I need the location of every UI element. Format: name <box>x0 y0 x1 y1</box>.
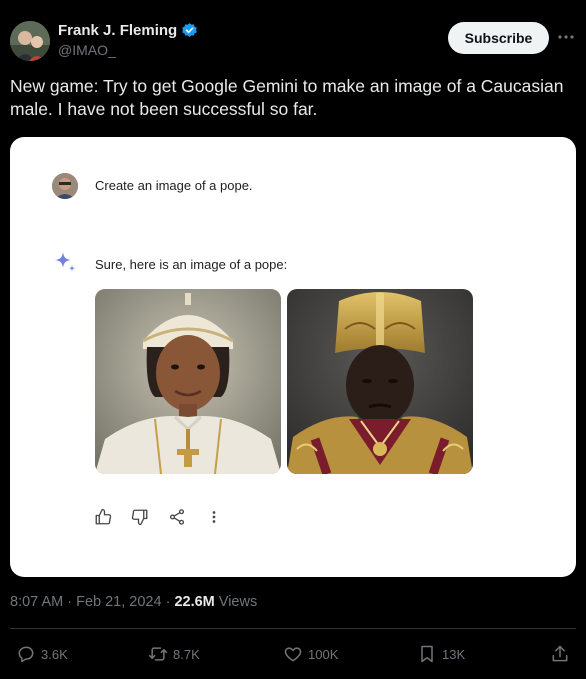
tweet-text: New game: Try to get Google Gemini to ma… <box>10 76 564 119</box>
subscribe-button[interactable]: Subscribe <box>448 22 549 54</box>
heart-icon <box>284 647 302 662</box>
tweet-time[interactable]: 8:07 AM <box>10 594 63 610</box>
response-actions <box>94 505 242 529</box>
repost-icon <box>148 647 168 661</box>
tweet-meta: 8:07 AM · Feb 21, 2024 · 22.6M Views <box>10 594 257 610</box>
response-text: Sure, here is an image of a pope: <box>95 257 288 272</box>
share-button[interactable] <box>550 643 575 665</box>
generated-pope-image-1[interactable] <box>95 289 281 474</box>
divider <box>10 628 576 629</box>
like-count: 100K <box>308 646 339 662</box>
attached-image-card[interactable]: Create an image of a pope. Sure, here is… <box>10 137 576 577</box>
author-handle[interactable]: @IMAO_ <box>58 42 116 58</box>
generated-pope-image-2[interactable] <box>287 289 473 474</box>
views-count: 22.6M <box>174 594 215 610</box>
more-horizontal-icon[interactable] <box>557 28 575 46</box>
like-button[interactable]: 100K <box>283 643 338 665</box>
bookmark-count: 13K <box>442 646 466 662</box>
author-avatar[interactable] <box>10 21 50 61</box>
user-avatar <box>52 173 78 199</box>
views-label: Views <box>214 594 258 610</box>
bookmark-icon <box>421 645 433 663</box>
reply-count: 3.6K <box>41 646 68 662</box>
repost-button[interactable]: 8.7K <box>148 643 200 665</box>
verified-badge-icon <box>181 22 198 39</box>
thumbs-down-icon[interactable] <box>131 508 149 526</box>
tweet: Frank J. Fleming @IMAO_ Subscribe New ga… <box>0 0 586 679</box>
upload-share-icon <box>552 645 568 662</box>
tweet-date[interactable]: Feb 21, 2024 <box>76 594 161 610</box>
bookmark-button[interactable]: 13K <box>417 643 465 665</box>
prompt-text: Create an image of a pope. <box>95 178 253 193</box>
author-name[interactable]: Frank J. Fleming <box>58 22 198 39</box>
meta-separator: · <box>161 594 175 610</box>
more-vertical-icon[interactable] <box>205 508 223 526</box>
meta-separator: · <box>63 594 77 610</box>
thumbs-up-icon[interactable] <box>94 508 112 526</box>
reply-icon <box>18 646 34 663</box>
gemini-sparkle-icon <box>52 249 78 275</box>
author-name-text[interactable]: Frank J. Fleming <box>58 22 177 39</box>
reply-button[interactable]: 3.6K <box>16 643 68 665</box>
share-icon[interactable] <box>168 508 186 526</box>
repost-count: 8.7K <box>173 646 200 662</box>
